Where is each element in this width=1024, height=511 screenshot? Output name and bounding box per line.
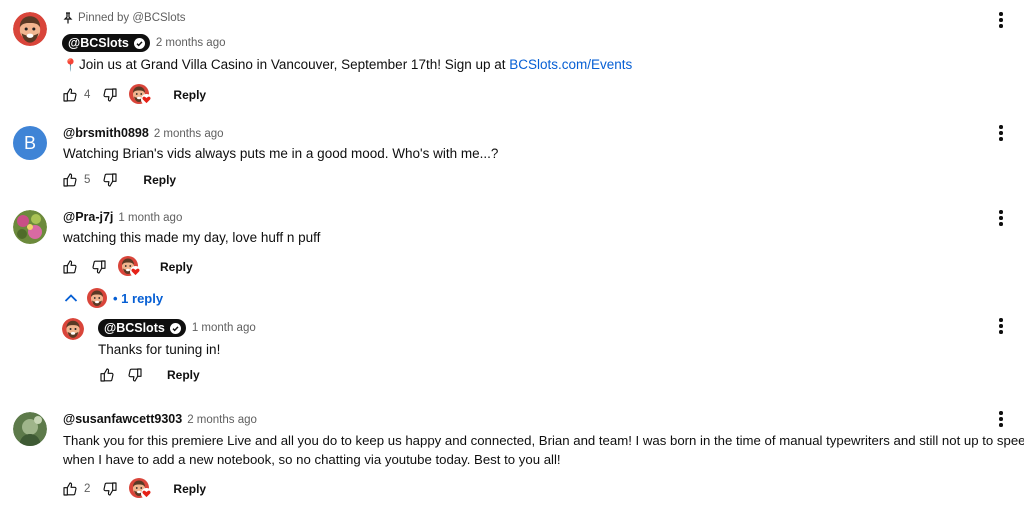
comment-time[interactable]: 2 months ago (187, 414, 257, 426)
reply-menu-icon[interactable] (999, 318, 1003, 336)
action-bar: Reply (62, 256, 193, 278)
location-pin-icon: 📍 (63, 58, 78, 72)
author-chip[interactable]: @BCSlots (62, 34, 150, 52)
comment-menu-icon[interactable] (999, 411, 1003, 429)
author-handle[interactable]: @Pra-j7j (63, 210, 113, 224)
creator-heart (118, 256, 142, 278)
comment-text: watching this made my day, love huff n p… (63, 230, 321, 245)
comment-menu-icon[interactable] (999, 210, 1003, 228)
like-count: 2 (84, 483, 91, 495)
pinned-label: Pinned by @BCSlots (63, 12, 186, 24)
comment-text: Watching Brian's vids always puts me in … (63, 146, 499, 161)
reply-button[interactable]: Reply (173, 88, 206, 102)
dislike-icon[interactable] (127, 367, 143, 383)
reply-time[interactable]: 1 month ago (192, 322, 256, 334)
avatar-susanfawcett[interactable] (13, 412, 47, 446)
avatar-image (13, 210, 47, 244)
author-chip[interactable]: @BCSlots (98, 319, 186, 337)
comment-header: @BCSlots 2 months ago (62, 34, 226, 52)
heart-icon (141, 488, 153, 499)
verified-check-icon (169, 322, 181, 334)
like-count: 4 (84, 89, 91, 101)
comment-body-line-2: when I have to add a new notebook, so no… (63, 452, 561, 467)
comment-menu-icon[interactable] (999, 125, 1003, 143)
like-icon[interactable] (99, 367, 115, 383)
creator-avatar-icon (87, 288, 107, 308)
comment-header: @Pra-j7j 1 month ago (63, 210, 182, 224)
comment-body-line-1: Thank you for this premiere Live and all… (63, 433, 1024, 448)
author-handle: @BCSlots (104, 321, 165, 335)
author-handle: @BCSlots (68, 36, 129, 50)
avatar-image (13, 412, 47, 446)
avatar-image (62, 318, 84, 340)
verified-check-icon (133, 37, 145, 49)
comment-header: @brsmith0898 2 months ago (63, 126, 224, 140)
heart-icon (141, 94, 153, 105)
creator-heart (129, 478, 153, 500)
pin-icon (63, 12, 73, 24)
action-bar: 4 Reply (62, 84, 206, 106)
reply-button[interactable]: Reply (143, 173, 176, 187)
comment-time[interactable]: 2 months ago (156, 37, 226, 49)
like-icon[interactable] (62, 481, 78, 497)
avatar-letter: B (23, 132, 36, 153)
reply-avatar-bcslots[interactable] (62, 318, 84, 340)
avatar-image (13, 12, 47, 46)
comment-body: Join us at Grand Villa Casino in Vancouv… (79, 57, 510, 72)
like-icon[interactable] (62, 172, 78, 188)
avatar-pra-j7j[interactable] (13, 210, 47, 244)
creator-heart (129, 84, 153, 106)
heart-icon (130, 266, 141, 277)
dislike-icon[interactable] (102, 87, 118, 103)
events-link[interactable]: BCSlots.com/Events (509, 57, 632, 72)
dislike-icon[interactable] (102, 172, 118, 188)
reply-button[interactable]: Reply (160, 260, 193, 274)
action-bar: 5 Reply (62, 172, 176, 188)
author-handle[interactable]: @brsmith0898 (63, 126, 149, 140)
avatar-bcslots[interactable] (13, 12, 47, 46)
replies-toggle[interactable]: • 1 reply (64, 288, 163, 308)
comment-time[interactable]: 1 month ago (118, 212, 182, 224)
dislike-icon[interactable] (91, 259, 107, 275)
author-handle[interactable]: @susanfawcett9303 (63, 412, 182, 426)
like-icon[interactable] (62, 259, 78, 275)
reply-button[interactable]: Reply (167, 368, 200, 382)
reply-text: Thanks for tuning in! (98, 342, 221, 357)
replies-count: • 1 reply (113, 290, 164, 306)
avatar-brsmith[interactable]: B (13, 126, 47, 160)
like-icon[interactable] (62, 87, 78, 103)
comment-header: @susanfawcett9303 2 months ago (63, 412, 257, 426)
comment-text: 📍Join us at Grand Villa Casino in Vancou… (63, 55, 632, 75)
like-count: 5 (84, 174, 91, 186)
reply-action-bar: Reply (99, 367, 200, 383)
reply-header: @BCSlots 1 month ago (98, 319, 256, 337)
dislike-icon[interactable] (102, 481, 118, 497)
reply-button[interactable]: Reply (173, 482, 206, 496)
pinned-text: Pinned by @BCSlots (78, 12, 186, 24)
comment-menu-icon[interactable] (999, 12, 1003, 30)
action-bar: 2 Reply (62, 478, 206, 500)
comment-time[interactable]: 2 months ago (154, 128, 224, 140)
comment-text: Thank you for this premiere Live and all… (63, 431, 1024, 469)
chevron-up-icon (64, 294, 78, 302)
